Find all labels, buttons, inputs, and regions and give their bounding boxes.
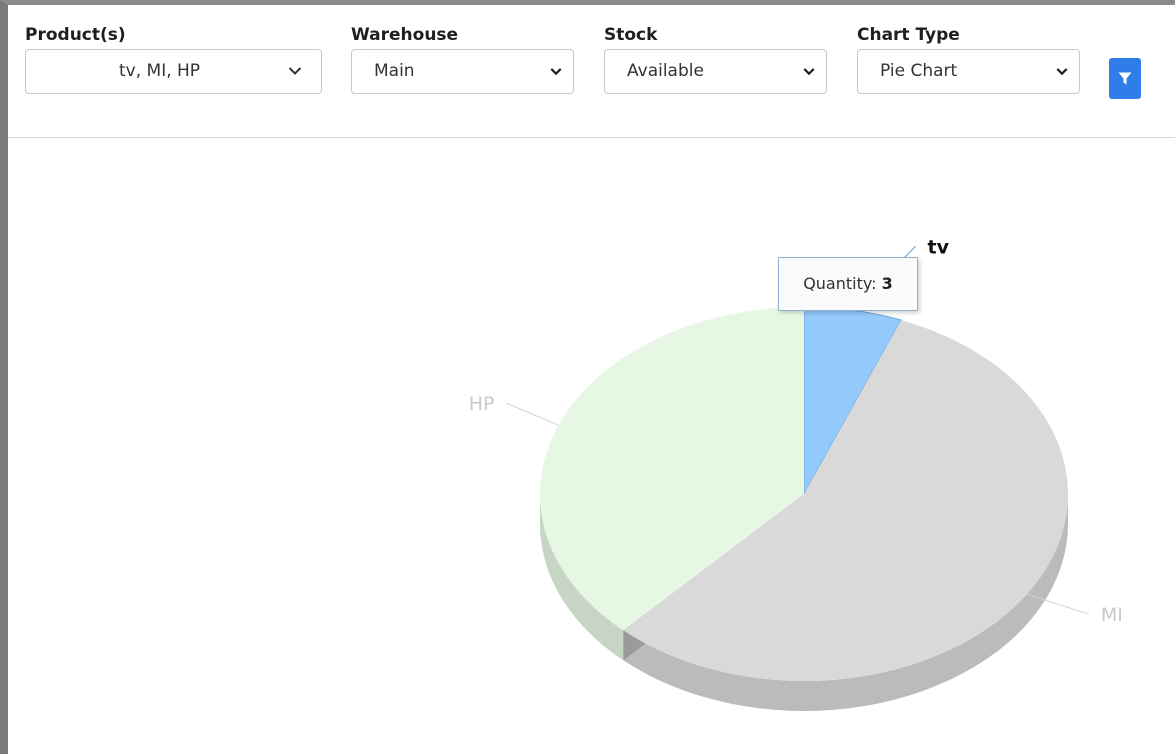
chevron-down-icon <box>803 68 815 76</box>
filter-icon <box>1118 72 1132 85</box>
chevron-down-icon <box>550 68 562 76</box>
product-select-value: tv, MI, HP <box>119 61 201 81</box>
stock-select[interactable]: Available <box>604 49 827 94</box>
chart-type-select[interactable]: Pie Chart <box>857 49 1080 94</box>
chart-tooltip: Quantity: 3 <box>778 257 918 311</box>
pie-connector-HP <box>506 402 559 426</box>
chart-type-filter: Chart Type Pie Chart <box>857 23 1080 94</box>
warehouse-filter: Warehouse Main <box>351 23 574 94</box>
stock-filter: Stock Available <box>604 23 827 94</box>
report-panel: Product(s) tv, MI, HP Warehouse Main Sto… <box>0 0 1175 754</box>
product-filter: Product(s) tv, MI, HP <box>25 23 322 94</box>
pie-label-MI: MI <box>1101 604 1123 626</box>
chevron-down-icon <box>288 67 302 75</box>
tooltip-label: Quantity: <box>803 274 877 293</box>
stock-filter-label: Stock <box>604 25 658 45</box>
stock-select-value: Available <box>627 61 704 81</box>
product-multiselect[interactable]: tv, MI, HP <box>25 49 322 94</box>
pie-chart: tv MI HP <box>469 236 1123 711</box>
pie-label-HP: HP <box>469 393 495 415</box>
tooltip-value: 3 <box>881 274 893 293</box>
apply-filter-button[interactable] <box>1109 58 1141 99</box>
product-filter-label: Product(s) <box>25 25 126 45</box>
warehouse-select-value: Main <box>374 61 415 81</box>
warehouse-filter-label: Warehouse <box>351 25 459 45</box>
chevron-down-icon <box>1056 68 1068 76</box>
warehouse-select[interactable]: Main <box>351 49 574 94</box>
chart-type-filter-label: Chart Type <box>857 25 960 45</box>
filter-bar: Product(s) tv, MI, HP Warehouse Main Sto… <box>8 5 1175 138</box>
chart-type-select-value: Pie Chart <box>880 61 958 81</box>
pie-label-tv: tv <box>928 236 950 258</box>
